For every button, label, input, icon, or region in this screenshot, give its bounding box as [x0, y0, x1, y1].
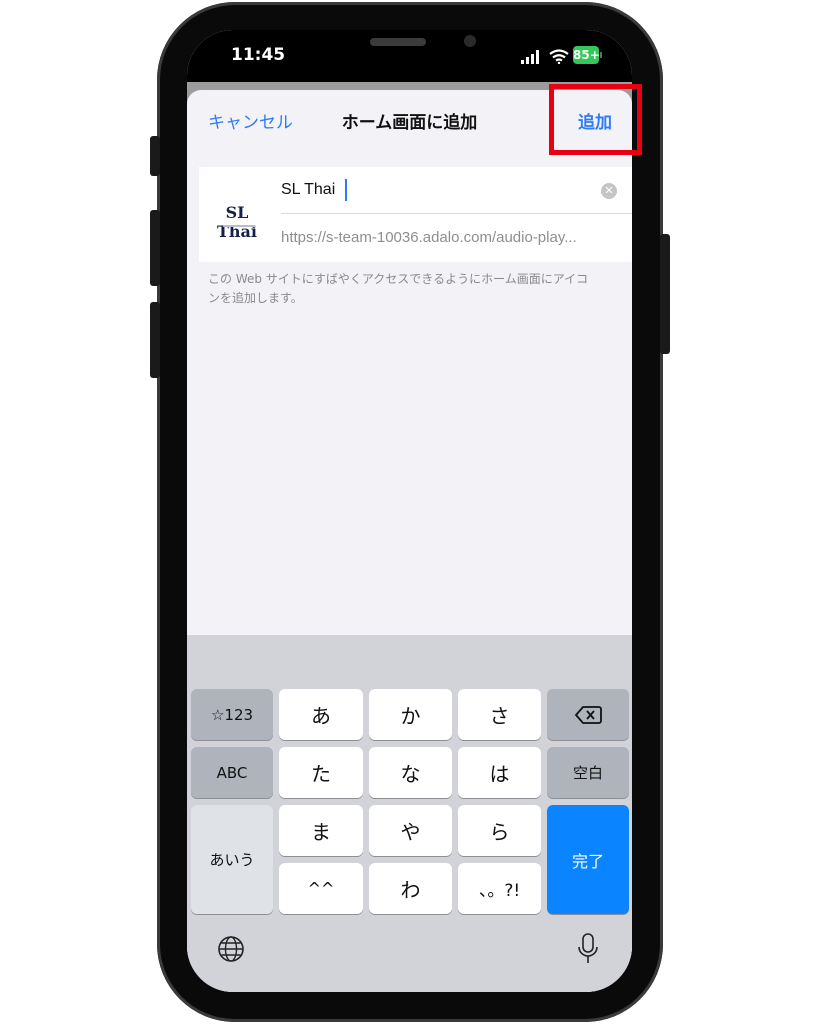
shortcut-name-input[interactable] — [281, 177, 577, 203]
key-done[interactable]: 完了 — [547, 805, 629, 914]
highlight-annotation-box — [549, 84, 642, 155]
silent-switch — [150, 136, 160, 176]
help-description: この Web サイトにすばやくアクセスできるようにホーム画面にアイコンを追加しま… — [208, 272, 589, 305]
globe-icon[interactable] — [217, 935, 245, 963]
speaker-grille — [370, 38, 426, 46]
app-icon-logo-text: SL Thai — [217, 203, 257, 241]
microphone-icon[interactable] — [577, 933, 599, 965]
key-na[interactable]: な — [369, 747, 452, 798]
app-icon-preview: SL Thai — [203, 181, 271, 249]
battery-tip — [600, 52, 602, 58]
key-sa[interactable]: さ — [458, 689, 541, 740]
phone-screen: 11:45 85+ ホーム画面に追加 キャンセル 追加 SL Thai SL T… — [187, 30, 632, 992]
notch — [292, 30, 524, 64]
key-ya[interactable]: や — [369, 805, 452, 856]
card-divider — [281, 213, 632, 214]
key-a[interactable]: あ — [279, 689, 363, 740]
shortcut-form-card: SL Thai ✕ https://s-team-10036.adalo.com… — [199, 167, 632, 262]
key-backspace[interactable] — [547, 689, 629, 740]
key-abc[interactable]: ABC — [191, 747, 273, 798]
wifi-icon — [549, 49, 569, 64]
shortcut-url: https://s-team-10036.adalo.com/audio-pla… — [281, 229, 577, 246]
key-ma[interactable]: ま — [279, 805, 363, 856]
backspace-icon — [574, 705, 602, 724]
cellular-signal-icon — [521, 50, 539, 64]
key-wa[interactable]: わ — [369, 863, 452, 914]
key-ra[interactable]: ら — [458, 805, 541, 856]
power-button — [660, 234, 670, 354]
key-kana-mode[interactable]: あいう — [191, 805, 273, 914]
japanese-kana-keyboard: ☆123 あ か さ ABC た な は 空白 あいう ま や ら 完了 ^^ … — [187, 635, 632, 992]
status-bar: 11:45 85+ — [187, 30, 632, 82]
front-camera — [464, 35, 476, 47]
app-icon-tagline-line — [223, 225, 255, 227]
key-ta[interactable]: た — [279, 747, 363, 798]
volume-down-button — [150, 302, 160, 378]
key-space[interactable]: 空白 — [547, 747, 629, 798]
key-punctuation[interactable]: 、。?! — [458, 863, 541, 914]
text-cursor — [345, 179, 347, 201]
volume-up-button — [150, 210, 160, 286]
status-time: 11:45 — [231, 45, 286, 65]
key-dakuten[interactable]: ^^ — [279, 863, 363, 914]
clear-text-icon[interactable]: ✕ — [601, 183, 617, 199]
key-ka[interactable]: か — [369, 689, 452, 740]
battery-indicator: 85+ — [573, 46, 600, 64]
key-numbers[interactable]: ☆123 — [191, 689, 273, 740]
cancel-button[interactable]: キャンセル — [208, 108, 293, 133]
key-ha[interactable]: は — [458, 747, 541, 798]
